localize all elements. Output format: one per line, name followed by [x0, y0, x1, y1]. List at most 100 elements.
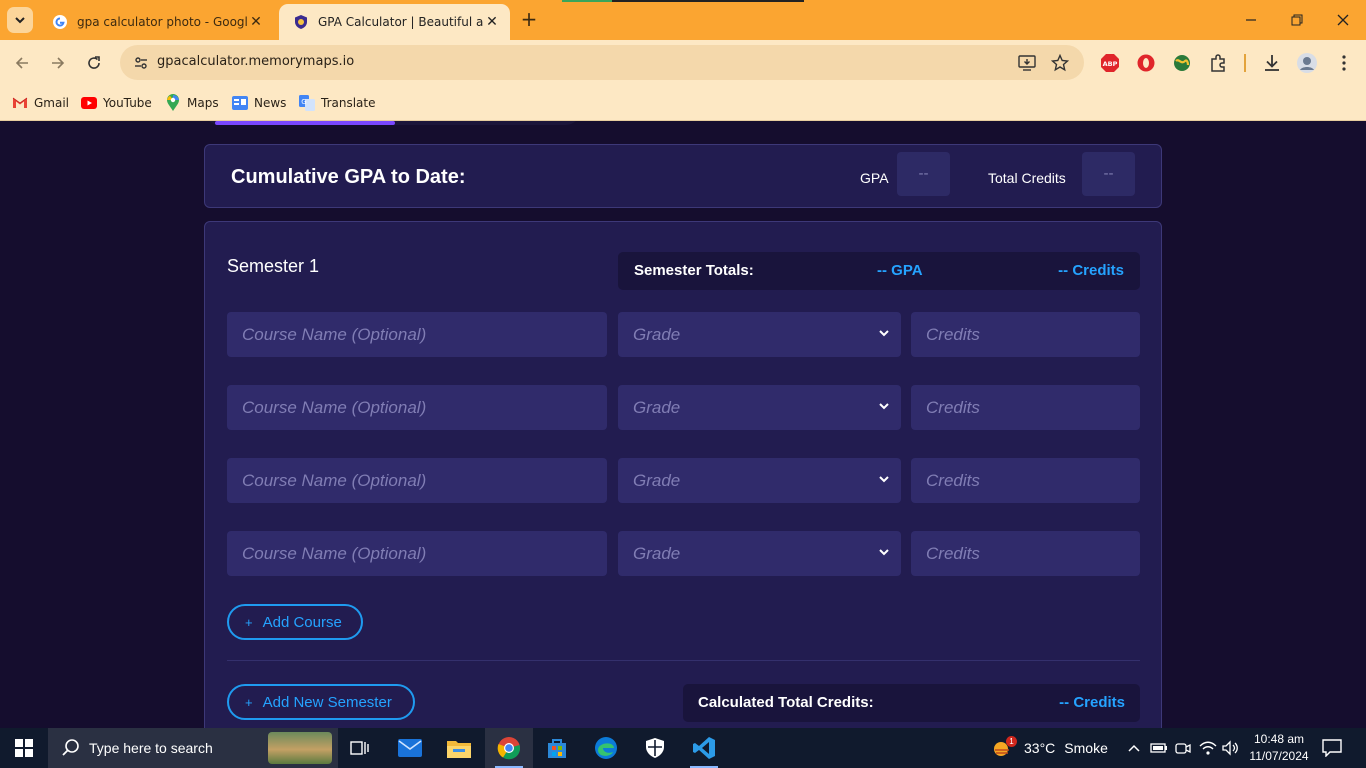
- course-name-input[interactable]: Course Name (Optional): [227, 385, 607, 430]
- youtube-icon: [81, 95, 97, 111]
- arrow-right-icon: [52, 57, 65, 69]
- grade-select[interactable]: Grade: [618, 458, 901, 503]
- mode-switch[interactable]: [205, 121, 580, 125]
- bookmarks-bar: Gmail YouTube Maps News G Translate: [0, 86, 1366, 121]
- search-icon: [62, 739, 79, 756]
- cumulative-gpa-label: GPA: [860, 170, 889, 186]
- opera-extension[interactable]: [1134, 51, 1158, 75]
- abp-extension[interactable]: ABP: [1098, 51, 1122, 75]
- semester-gpa-value: -- GPA: [877, 262, 923, 279]
- minimize-button[interactable]: [1228, 0, 1274, 40]
- battery-status[interactable]: [1150, 728, 1168, 768]
- more-vertical-icon: [1342, 55, 1346, 71]
- show-hidden-icons[interactable]: [1127, 728, 1141, 768]
- restore-button[interactable]: [1274, 0, 1320, 40]
- bookmark-youtube[interactable]: YouTube: [81, 92, 152, 114]
- course-name-input[interactable]: Course Name (Optional): [227, 458, 607, 503]
- bookmark-label: Translate: [321, 96, 376, 110]
- tab-gpa-calculator[interactable]: GPA Calculator | Beautiful and E ✕: [279, 4, 510, 40]
- taskbar-security[interactable]: [631, 728, 679, 768]
- weather-widget[interactable]: 1 33°C Smoke: [992, 728, 1108, 768]
- credits-input[interactable]: Credits: [911, 385, 1140, 430]
- taskbar-chrome[interactable]: [485, 728, 533, 768]
- taskbar-edge[interactable]: [582, 728, 630, 768]
- credits-input[interactable]: Credits: [911, 531, 1140, 576]
- course-name-input[interactable]: Course Name (Optional): [227, 312, 607, 357]
- chevron-down-icon: [879, 403, 889, 410]
- chevron-down-icon: [879, 330, 889, 337]
- bookmark-translate[interactable]: G Translate: [299, 92, 376, 114]
- tab-search-button[interactable]: [7, 7, 33, 33]
- bookmark-star-button[interactable]: [1050, 53, 1070, 73]
- add-semester-button[interactable]: + Add New Semester: [227, 684, 415, 720]
- chevron-down-icon: [879, 549, 889, 556]
- back-button[interactable]: [10, 51, 34, 75]
- task-view-icon: [350, 741, 369, 755]
- calculated-credits-value: -- Credits: [1059, 694, 1125, 711]
- taskbar-store[interactable]: [533, 728, 581, 768]
- add-course-label: Add Course: [262, 613, 342, 631]
- system-clock[interactable]: 10:48 am 11/07/2024: [1246, 731, 1312, 765]
- close-tab-icon[interactable]: ✕: [248, 14, 264, 30]
- bookmark-gmail[interactable]: Gmail: [12, 92, 69, 114]
- taskbar-file-explorer[interactable]: [435, 728, 483, 768]
- reload-button[interactable]: [82, 51, 106, 75]
- credits-input[interactable]: Credits: [911, 312, 1140, 357]
- taskbar-search-box[interactable]: Type here to search: [48, 728, 338, 768]
- volume-control[interactable]: [1222, 728, 1240, 768]
- battery-icon: [1150, 743, 1167, 753]
- close-tab-icon[interactable]: ✕: [484, 14, 500, 30]
- add-semester-label: Add New Semester: [262, 693, 392, 711]
- globe-icon: [1174, 55, 1190, 71]
- taskbar-vscode[interactable]: [680, 728, 728, 768]
- close-window-button[interactable]: [1320, 0, 1366, 40]
- shield-icon: [646, 738, 664, 758]
- new-tab-button[interactable]: +: [518, 9, 540, 31]
- grade-placeholder: Grade: [633, 397, 681, 417]
- address-bar[interactable]: gpacalculator.memorymaps.io: [120, 45, 1084, 80]
- course-name-input[interactable]: Course Name (Optional): [227, 531, 607, 576]
- calculated-credits-label: Calculated Total Credits:: [698, 694, 874, 711]
- chevron-down-icon: [15, 17, 25, 24]
- taskbar-mail[interactable]: [386, 728, 434, 768]
- downloads-button[interactable]: [1260, 51, 1284, 75]
- tune-icon: [134, 56, 147, 69]
- weather-badge: 1: [1006, 736, 1017, 747]
- forward-button[interactable]: [46, 51, 70, 75]
- notification-center[interactable]: [1322, 728, 1342, 768]
- credits-input[interactable]: Credits: [911, 458, 1140, 503]
- puzzle-icon: [1211, 54, 1225, 72]
- grade-select[interactable]: Grade: [618, 531, 901, 576]
- extensions-button[interactable]: [1206, 51, 1230, 75]
- search-highlight-image: [268, 732, 332, 764]
- loading-indicator: [562, 0, 804, 2]
- chrome-menu-button[interactable]: [1332, 51, 1356, 75]
- windows-icon: [15, 739, 33, 757]
- url-text[interactable]: gpacalculator.memorymaps.io: [157, 54, 354, 69]
- bookmark-label: YouTube: [103, 96, 152, 110]
- folder-icon: [447, 741, 471, 758]
- task-view-button[interactable]: [336, 728, 384, 768]
- calculated-total-credits: Calculated Total Credits: -- Credits: [683, 684, 1140, 722]
- globe-extension[interactable]: [1170, 51, 1194, 75]
- close-icon: [1337, 14, 1349, 26]
- start-button[interactable]: [0, 728, 48, 768]
- profile-button[interactable]: [1295, 51, 1319, 75]
- weather-temp: 33°C: [1024, 740, 1056, 756]
- network-status[interactable]: [1199, 728, 1217, 768]
- grade-select[interactable]: Grade: [618, 385, 901, 430]
- install-app-button[interactable]: [1017, 53, 1037, 73]
- site-info-button[interactable]: [128, 50, 153, 75]
- bookmark-maps[interactable]: Maps: [165, 92, 219, 114]
- semester-title[interactable]: Semester 1: [227, 256, 319, 277]
- bookmark-label: Gmail: [34, 96, 70, 110]
- tab-title: gpa calculator photo - Google S: [77, 15, 248, 29]
- grade-select[interactable]: Grade: [618, 312, 901, 357]
- vscode-icon: [693, 737, 715, 759]
- meet-now[interactable]: [1175, 728, 1191, 768]
- add-course-button[interactable]: + Add Course: [227, 604, 363, 640]
- tab-google-search[interactable]: gpa calculator photo - Google S ✕: [38, 4, 274, 40]
- translate-icon: G: [299, 95, 315, 111]
- bookmark-news[interactable]: News: [232, 92, 286, 114]
- bookmark-label: Maps: [187, 96, 219, 110]
